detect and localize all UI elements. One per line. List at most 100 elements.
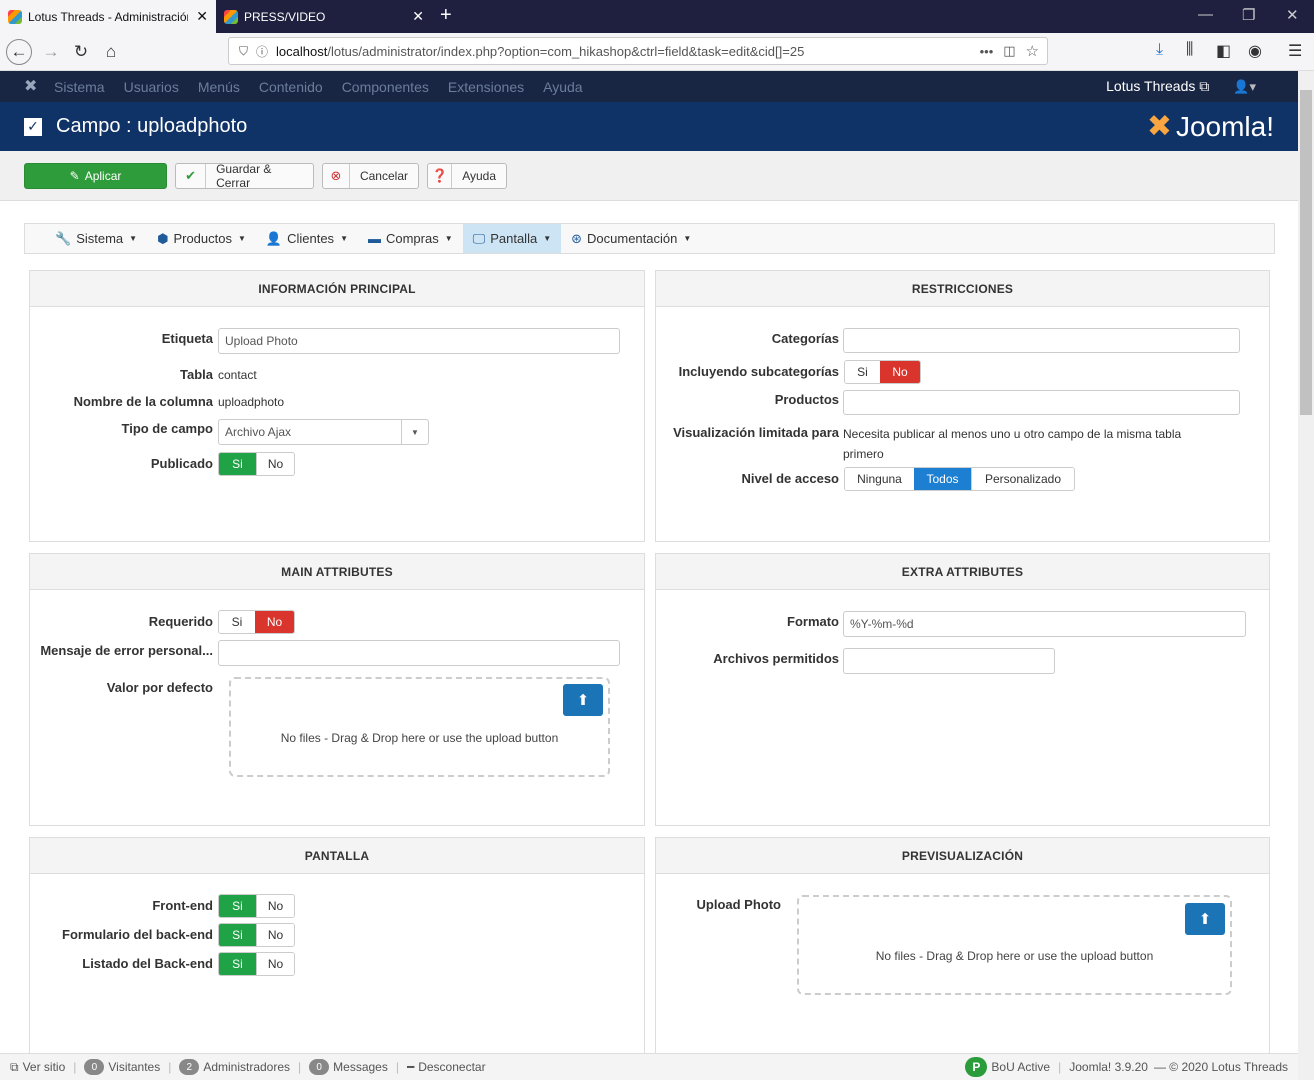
subcategorias-no[interactable]: No <box>880 361 920 383</box>
visitors-status: 0 Visitantes <box>84 1059 160 1075</box>
hika-menu-clientes[interactable]: 👤 Clientes ▼ <box>256 224 358 253</box>
front-end-si[interactable]: Si <box>219 895 256 917</box>
default-dropzone[interactable]: ⬆ No files - Drag & Drop here or use the… <box>229 677 610 777</box>
close-tab-icon[interactable]: ✕ <box>196 8 208 25</box>
external-link-icon: ⧉ <box>10 1059 19 1074</box>
back-icon[interactable]: ← <box>6 39 32 65</box>
account-icon[interactable]: ◉ <box>1248 41 1262 61</box>
hika-menu-pantalla[interactable]: 🖵 Pantalla ▼ <box>462 224 562 253</box>
reload-icon[interactable]: ↻ <box>68 39 94 65</box>
publicado-si[interactable]: Si <box>219 453 256 475</box>
new-tab-icon[interactable]: + <box>440 4 452 27</box>
formulario-backend-no[interactable]: No <box>256 924 294 946</box>
menu-contenido[interactable]: Contenido <box>259 79 323 95</box>
menu-ayuda[interactable]: Ayuda <box>543 79 582 95</box>
formato-input[interactable]: %Y-%m-%d <box>843 611 1246 637</box>
restore-icon[interactable]: ❐ <box>1242 6 1255 24</box>
formulario-backend-si[interactable]: Si <box>219 924 256 946</box>
joomla-logo-icon: ✖ <box>1146 110 1172 143</box>
wrench-icon: 🔧 <box>55 230 72 246</box>
menu-componentes[interactable]: Componentes <box>342 79 429 95</box>
upload-icon[interactable]: ⬆ <box>563 684 603 716</box>
menu-sistema[interactable]: Sistema <box>54 79 105 95</box>
upload-icon[interactable]: ⬆ <box>1185 903 1225 935</box>
acceso-ninguna[interactable]: Ninguna <box>845 468 914 490</box>
acceso-personalizado[interactable]: Personalizado <box>971 468 1074 490</box>
caret-down-icon: ▼ <box>340 234 348 243</box>
hika-menu-compras[interactable]: ▬ Compras ▼ <box>358 224 463 253</box>
joomla-favicon-icon <box>8 9 22 24</box>
hika-menu-label: Documentación <box>587 231 678 246</box>
bou-status: P BoU Active <box>965 1057 1050 1077</box>
label-nivel-acceso: Nivel de acceso <box>741 471 839 486</box>
menu-menus[interactable]: Menús <box>198 79 240 95</box>
hikashop-menu: 🔧 Sistema ▼ ⬢ Productos ▼ 👤 Clientes ▼ ▬ Compra… <box>24 223 1275 254</box>
browser-tab-admin[interactable]: Lotus Threads - Administración ✕ <box>0 0 216 33</box>
mensaje-error-input[interactable] <box>218 640 620 666</box>
download-icon[interactable]: ⤓ <box>1156 41 1163 59</box>
tipo-campo-select[interactable]: Archivo Ajax ▼ <box>218 419 429 445</box>
url-bar[interactable]: ⛉ ⓘ localhost/lotus/administrator/index.… <box>228 37 1048 65</box>
publicado-no[interactable]: No <box>256 453 294 475</box>
edit-icon: ✎ <box>69 169 80 183</box>
more-icon[interactable]: ••• <box>980 44 994 59</box>
save-close-button[interactable]: ✔ Guardar & Cerrar <box>175 162 314 190</box>
sidebar-icon[interactable]: ◧ <box>1216 41 1231 61</box>
hika-menu-documentacion[interactable]: ⊛ Documentación ▼ <box>561 224 701 253</box>
title-bar: ✓ Campo : uploadphoto ✖ Joomla! <box>0 102 1298 151</box>
menu-extensiones[interactable]: Extensiones <box>448 79 524 95</box>
columna-value: uploadphoto <box>218 395 285 409</box>
categorias-input[interactable] <box>843 328 1240 353</box>
label-categorias: Categorías <box>771 331 839 346</box>
close-window-icon[interactable]: ✕ <box>1286 6 1299 24</box>
requerido-no[interactable]: No <box>255 611 294 633</box>
requerido-si[interactable]: Si <box>219 611 255 633</box>
listado-backend-si[interactable]: Si <box>219 953 256 975</box>
dropzone-text: No files - Drag & Drop here or use the u… <box>280 731 559 745</box>
apply-button[interactable]: ✎ Aplicar <box>24 163 167 189</box>
etiqueta-input[interactable]: Upload Photo <box>218 328 620 354</box>
browser-tab-press[interactable]: PRESS/VIDEO ✕ <box>216 0 432 33</box>
home-icon[interactable]: ⌂ <box>98 39 124 65</box>
menu-usuarios[interactable]: Usuarios <box>124 79 179 95</box>
panel-title: EXTRA ATTRIBUTES <box>656 554 1269 590</box>
site-link[interactable]: Lotus Threads ⧉ <box>1106 78 1209 95</box>
close-tab-icon[interactable]: ✕ <box>412 8 424 25</box>
preview-dropzone[interactable]: ⬆ No files - Drag & Drop here or use the… <box>797 895 1232 995</box>
hika-menu-productos[interactable]: ⬢ Productos ▼ <box>147 224 256 253</box>
help-label: Ayuda <box>462 169 496 183</box>
site-name: Lotus Threads <box>1106 78 1196 94</box>
help-button[interactable]: ❓ Ayuda <box>427 163 507 189</box>
divider: | <box>298 1060 302 1074</box>
label-listado-backend: Listado del Back-end <box>82 956 213 971</box>
divider: | <box>395 1060 399 1074</box>
requerido-toggle: Si No <box>218 610 295 634</box>
forward-icon[interactable]: → <box>38 39 64 65</box>
star-icon[interactable]: ☆ <box>1026 42 1039 60</box>
logout-label: Desconectar <box>418 1060 486 1074</box>
shield-icon: ⛉ <box>239 43 249 58</box>
minimize-icon[interactable]: — <box>1198 6 1213 23</box>
copyright: — © 2020 Lotus Threads <box>1153 1060 1288 1074</box>
library-icon[interactable]: ⫼ <box>1186 41 1193 59</box>
joomla-logo-icon[interactable]: ✖ <box>24 78 42 95</box>
pocket-icon[interactable]: ◫ <box>1003 43 1015 59</box>
divider: | <box>168 1060 172 1074</box>
joomla-topmenu: ✖ Sistema Usuarios Menús Contenido Compo… <box>0 71 1298 102</box>
archivos-permitidos-input[interactable] <box>843 648 1055 674</box>
listado-backend-toggle: Si No <box>218 952 295 976</box>
cancel-button[interactable]: ⊗ Cancelar <box>322 163 419 189</box>
front-end-no[interactable]: No <box>256 895 294 917</box>
messages-link[interactable]: 0 Messages <box>309 1059 388 1075</box>
menu-icon[interactable]: ☰ <box>1288 41 1302 61</box>
hika-menu-sistema[interactable]: 🔧 Sistema ▼ <box>45 224 147 253</box>
user-icon[interactable]: 👤▾ <box>1233 79 1256 95</box>
subcategorias-si[interactable]: Si <box>845 361 880 383</box>
logout-link[interactable]: ━ Desconectar <box>407 1060 486 1074</box>
label-formato: Formato <box>787 614 839 629</box>
productos-input[interactable] <box>843 390 1240 415</box>
listado-backend-no[interactable]: No <box>256 953 294 975</box>
scrollbar-thumb[interactable] <box>1300 90 1312 415</box>
acceso-todos[interactable]: Todos <box>914 468 971 490</box>
view-site-link[interactable]: ⧉ Ver sitio <box>10 1060 65 1075</box>
